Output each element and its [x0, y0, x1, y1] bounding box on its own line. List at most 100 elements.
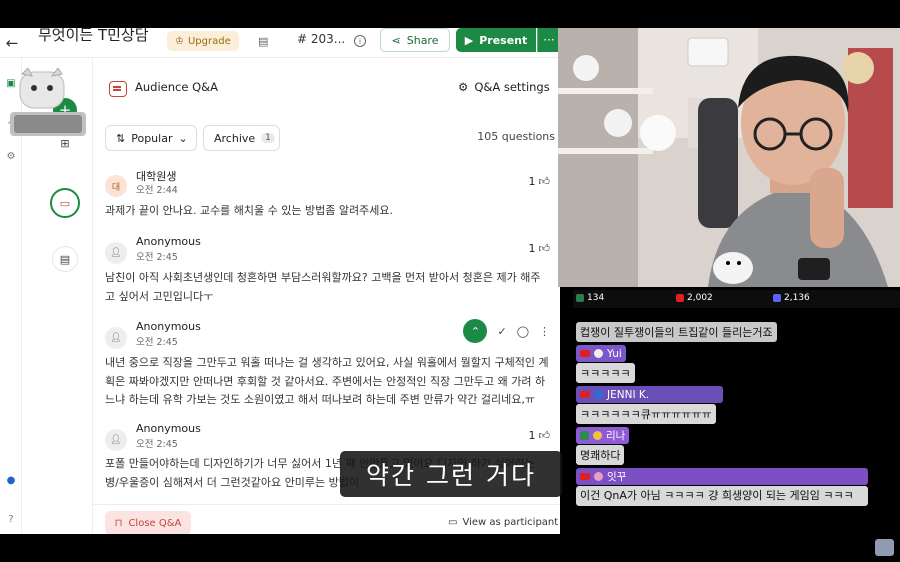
chat-username-label: Yui — [607, 347, 622, 360]
user-avatar-icon — [594, 472, 603, 481]
chat-username-label: 리나 — [606, 430, 626, 442]
question-text: 내년 중으로 직장을 그만두고 워홀 떠나는 걸 생각하고 있어요, 사실 워홀… — [105, 356, 549, 406]
sort-popular-dropdown[interactable]: ⇅ Popular ⌄ — [105, 125, 197, 151]
like-count-value: 1 — [528, 429, 536, 442]
top-toolbar: ← 무엇이든 T민상담 ♔ Upgrade ▤ # 203... i ⋖ Sha… — [0, 28, 560, 58]
info-icon[interactable]: i — [354, 35, 366, 47]
chzzk-icon — [580, 431, 589, 440]
total-viewers-icon — [773, 294, 781, 302]
stat-value: 2,002 — [687, 293, 713, 303]
share-button[interactable]: ⋖ Share — [380, 28, 450, 52]
live-chat: 134 2,002 2,136 컵쟁이 질투쟁이들의 트집같이 들리는거죠 Yu… — [573, 287, 900, 534]
chevron-down-icon: ⌄ — [178, 131, 188, 145]
archive-label: Archive — [214, 131, 256, 145]
question-time: 오전 2:45 — [136, 337, 178, 348]
upgrade-button[interactable]: ♔ Upgrade — [167, 31, 239, 51]
chat-username: Yui — [576, 345, 626, 362]
stat-item: 2,002 — [676, 293, 713, 303]
question-actions: ⌃ ✓ ◯ ⋮ — [463, 319, 550, 343]
like-count[interactable]: 1 👍︎ — [529, 175, 551, 188]
chat-username-label: 잇꾸 — [607, 471, 627, 483]
like-count[interactable]: 1 👍︎ — [529, 429, 551, 442]
qa-chat-icon[interactable]: ▭ — [50, 188, 80, 218]
chat-username-label: JENNI K. — [607, 388, 650, 401]
gear-icon: ⚙ — [458, 80, 469, 94]
chat-message: 이건 QnA가 아님 ㅋㅋㅋㅋ 걍 희생양이 되는 게임임 ㅋㅋㅋ — [576, 486, 868, 506]
present-icon: ▶ — [464, 33, 474, 47]
panel-footer: ⊓ Close Q&A ▭ View as participant — [93, 504, 560, 534]
chat-username: 리나 — [576, 427, 630, 444]
present-button[interactable]: ▶ Present — [456, 28, 536, 52]
like-count[interactable]: 1 👍︎ — [529, 242, 551, 255]
stat-value: 134 — [587, 293, 605, 303]
mark-answered-check-icon[interactable]: ✓ — [497, 325, 506, 338]
calendar-icon[interactable]: ▤ — [258, 35, 268, 48]
like-count-value: 1 — [528, 175, 536, 188]
question-time: 오전 2:45 — [136, 439, 178, 450]
help-icon[interactable]: ? — [4, 512, 18, 526]
anonymous-user-icon: 👤︎ — [105, 429, 127, 451]
close-qa-label: Close Q&A — [128, 517, 182, 529]
presentation-title: 무엇이든 T민상담 — [38, 28, 149, 44]
crown-icon: ♔ — [175, 35, 184, 47]
anonymous-user-icon: 👤︎ — [105, 327, 127, 349]
question-author: Anonymous — [136, 320, 201, 333]
gear-icon[interactable]: ⚙ — [4, 149, 18, 163]
channel-logo-watermark — [10, 68, 86, 136]
stat-item: 134 — [576, 293, 604, 303]
qa-settings-label: Q&A settings — [474, 80, 550, 94]
presentation-code[interactable]: # 203... — [297, 32, 345, 46]
archive-button[interactable]: Archive 1 — [203, 125, 280, 151]
back-arrow-icon[interactable]: ← — [0, 28, 24, 58]
stat-item: 2,136 — [773, 293, 810, 303]
lock-icon: ⊓ — [114, 517, 123, 529]
sort-label: Popular — [131, 131, 173, 145]
stat-value: 2,136 — [784, 293, 810, 303]
user-avatar-icon — [594, 390, 603, 399]
chat-username: JENNI K. — [576, 386, 723, 403]
cat-emote-icon — [875, 539, 894, 556]
youtube-icon — [676, 294, 684, 302]
chzzk-icon — [576, 294, 584, 302]
youtube-icon — [580, 391, 590, 398]
share-label: Share — [406, 33, 439, 47]
chat-message: 컵쟁이 질투쟁이들의 트집같이 들리는거죠 — [576, 322, 777, 342]
user-avatar-icon — [594, 349, 603, 358]
question-text: 과제가 끝이 안나요. 교수를 해치울 수 있는 방법좀 알려주세요. — [105, 204, 393, 217]
screen: ← 무엇이든 T민상담 ♔ Upgrade ▤ # 203... i ⋖ Sha… — [0, 0, 900, 562]
qa-settings-button[interactable]: ⚙ Q&A settings — [458, 80, 550, 94]
thumbs-up-icon: 👍︎ — [538, 429, 551, 442]
highlight-question-button[interactable]: ⌃ — [463, 319, 488, 343]
close-qa-button[interactable]: ⊓ Close Q&A — [105, 511, 191, 534]
present-options-button[interactable]: ··· — [537, 28, 560, 52]
chat-message: 명쾌하다 — [576, 445, 625, 465]
chat-message: ㅋㅋㅋㅋㅋㅋ큐ㅠㅠㅠㅠㅠㅠ — [576, 404, 716, 424]
archive-count-badge: 1 — [261, 133, 275, 143]
question-time: 오전 2:45 — [136, 252, 178, 263]
youtube-icon — [580, 350, 590, 357]
streamer-camera-image — [558, 28, 900, 287]
qa-chat-icon — [109, 81, 127, 97]
more-options-icon[interactable]: ⋮ — [539, 325, 550, 338]
view-as-participant-button[interactable]: ▭ View as participant — [448, 517, 558, 528]
location-dot-icon: ● — [6, 474, 16, 486]
avatar: 대 — [105, 175, 127, 197]
video-subtitle: 약간 그런 거다 — [340, 451, 562, 497]
panel-title: Audience Q&A — [135, 80, 218, 94]
participant-view-icon: ▭ — [448, 517, 458, 528]
anonymous-user-icon: 👤︎ — [105, 242, 127, 264]
webcam-feed — [558, 28, 900, 287]
reply-bubble-icon[interactable]: ◯ — [517, 325, 529, 338]
chat-username: 잇꾸 — [576, 468, 868, 485]
question-text: 남친이 아직 사회초년생인데 청혼하면 부담스러워할까요? 고백을 먼저 받아서… — [105, 271, 541, 303]
upgrade-label: Upgrade — [187, 35, 231, 47]
question-author: Anonymous — [136, 422, 201, 435]
chat-message: ㅋㅋㅋㅋㅋ — [576, 363, 635, 383]
question-author: Anonymous — [136, 235, 201, 248]
user-avatar-icon — [593, 431, 602, 440]
view-as-participant-label: View as participant — [462, 517, 559, 528]
notes-icon[interactable]: ▤ — [52, 246, 78, 272]
youtube-icon — [580, 473, 590, 480]
question-time: 오전 2:44 — [136, 185, 178, 196]
question-count: 105 questions — [477, 130, 555, 143]
